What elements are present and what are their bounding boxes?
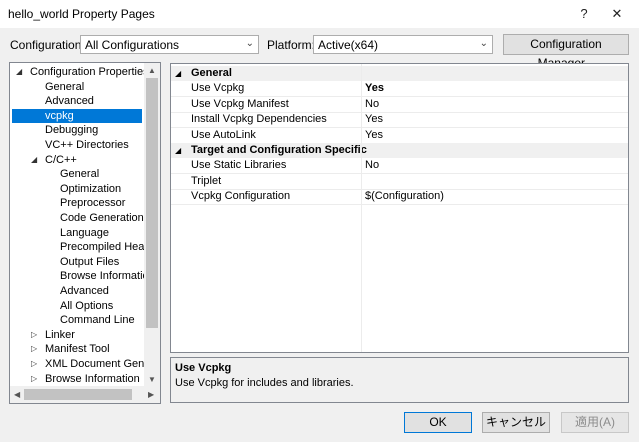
- property-row[interactable]: Vcpkg Configuration $(Configuration): [171, 189, 628, 206]
- tree-item[interactable]: Debugging: [45, 123, 98, 137]
- scroll-left-icon[interactable]: ◀: [14, 390, 20, 399]
- configuration-value: All Configurations: [85, 38, 180, 52]
- collapsed-arrow-icon[interactable]: ▷: [31, 330, 37, 339]
- property-name: Use Static Libraries: [191, 159, 287, 172]
- expanded-arrow-icon[interactable]: ◢: [16, 67, 22, 76]
- cancel-button[interactable]: キャンセル: [482, 412, 550, 433]
- property-name: Use Vcpkg: [191, 82, 245, 95]
- description-panel: Use Vcpkg Use Vcpkg for includes and lib…: [170, 357, 629, 403]
- category-label: Target and Configuration Specific: [191, 144, 367, 156]
- property-value[interactable]: No: [365, 159, 379, 171]
- collapsed-arrow-icon[interactable]: ▷: [31, 374, 37, 383]
- collapsed-arrow-icon[interactable]: ▷: [31, 344, 37, 353]
- platform-label: Platform:: [267, 38, 316, 52]
- tree-item[interactable]: Linker: [45, 328, 75, 342]
- property-value[interactable]: No: [365, 98, 379, 110]
- platform-select[interactable]: Active(x64) ⌄: [313, 35, 493, 54]
- grid-category[interactable]: ◢ General: [171, 66, 628, 81]
- category-label: General: [191, 67, 232, 79]
- property-value[interactable]: Yes: [365, 82, 384, 94]
- scroll-down-icon[interactable]: ▼: [148, 375, 156, 384]
- tree-item[interactable]: General: [60, 167, 99, 181]
- property-grid[interactable]: ◢ General Use Vcpkg Yes Use Vcpkg Manifest No…: [170, 63, 629, 353]
- chevron-down-icon: ⌄: [245, 38, 254, 49]
- ok-button[interactable]: OK: [404, 412, 472, 433]
- property-row[interactable]: Use Vcpkg Yes: [171, 81, 628, 98]
- property-row[interactable]: Use Static Libraries No: [171, 158, 628, 175]
- tree-horizontal-scrollbar[interactable]: ◀ ▶: [10, 386, 160, 403]
- collapse-arrow-icon[interactable]: ◢: [175, 69, 181, 78]
- category-tree[interactable]: ◢ Configuration Properties General Advanced…: [9, 62, 161, 404]
- collapsed-arrow-icon[interactable]: ▷: [31, 359, 37, 368]
- property-value[interactable]: Yes: [365, 129, 383, 141]
- chevron-down-icon: ⌄: [479, 38, 488, 49]
- tree-item[interactable]: C/C++: [45, 153, 77, 167]
- property-name: Use Vcpkg Manifest: [191, 97, 289, 110]
- apply-button[interactable]: 適用(A): [561, 412, 629, 433]
- expanded-arrow-icon[interactable]: ◢: [31, 155, 37, 164]
- tree-item[interactable]: Advanced: [60, 284, 109, 298]
- tree-item[interactable]: Browse Information: [60, 269, 155, 283]
- scrollbar-thumb[interactable]: [146, 78, 158, 328]
- scroll-right-icon[interactable]: ▶: [148, 390, 154, 399]
- property-value[interactable]: Yes: [365, 113, 383, 125]
- property-row[interactable]: Install Vcpkg Dependencies Yes: [171, 112, 628, 129]
- tree-item[interactable]: Precompiled Heade: [60, 240, 157, 254]
- tree-item[interactable]: Language: [60, 226, 109, 240]
- tree-item[interactable]: vcpkg: [12, 108, 142, 123]
- tree-item[interactable]: XML Document Genera: [45, 357, 160, 371]
- tree-item[interactable]: Manifest Tool: [45, 342, 110, 356]
- tree-item[interactable]: Preprocessor: [60, 196, 125, 210]
- property-row[interactable]: Use AutoLink Yes: [171, 128, 628, 144]
- configuration-manager-button[interactable]: Configuration Manager...: [503, 34, 629, 70]
- property-value[interactable]: $(Configuration): [365, 190, 444, 202]
- tree-item[interactable]: General: [45, 80, 84, 94]
- description-title: Use Vcpkg: [175, 362, 232, 374]
- collapse-arrow-icon[interactable]: ◢: [175, 146, 181, 155]
- close-button[interactable]: ✕: [604, 4, 630, 24]
- property-name: Triplet: [191, 174, 222, 187]
- scrollbar-thumb[interactable]: [24, 389, 132, 400]
- scroll-up-icon[interactable]: ▲: [148, 66, 156, 75]
- configuration-select[interactable]: All Configurations ⌄: [80, 35, 259, 54]
- tree-item[interactable]: All Options: [60, 299, 113, 313]
- property-name: Use AutoLink: [191, 128, 256, 141]
- property-name: Install Vcpkg Dependencies: [191, 113, 327, 126]
- tree-item[interactable]: VC++ Directories: [45, 138, 129, 152]
- help-button[interactable]: ?: [571, 4, 597, 24]
- description-text: Use Vcpkg for includes and libraries.: [175, 377, 354, 389]
- tree-item[interactable]: Code Generation: [60, 211, 144, 225]
- tree-item[interactable]: Output Files: [60, 255, 119, 269]
- tree-item[interactable]: Configuration Properties: [30, 65, 149, 79]
- property-row[interactable]: Use Vcpkg Manifest No: [171, 97, 628, 113]
- property-name: Vcpkg Configuration: [191, 190, 291, 203]
- tree-item[interactable]: Optimization: [60, 182, 121, 196]
- column-divider[interactable]: [361, 64, 362, 352]
- tree-vertical-scrollbar[interactable]: ▲ ▼: [144, 63, 160, 386]
- tree-item[interactable]: Command Line: [60, 313, 135, 327]
- platform-value: Active(x64): [318, 38, 379, 52]
- grid-category[interactable]: ◢ Target and Configuration Specific: [171, 143, 628, 158]
- property-row[interactable]: Triplet: [171, 174, 628, 190]
- tree-item[interactable]: Advanced: [45, 94, 94, 108]
- window-title: hello_world Property Pages: [8, 7, 155, 21]
- tree-item[interactable]: Browse Information: [45, 372, 140, 386]
- configuration-label: Configuration:: [10, 38, 85, 52]
